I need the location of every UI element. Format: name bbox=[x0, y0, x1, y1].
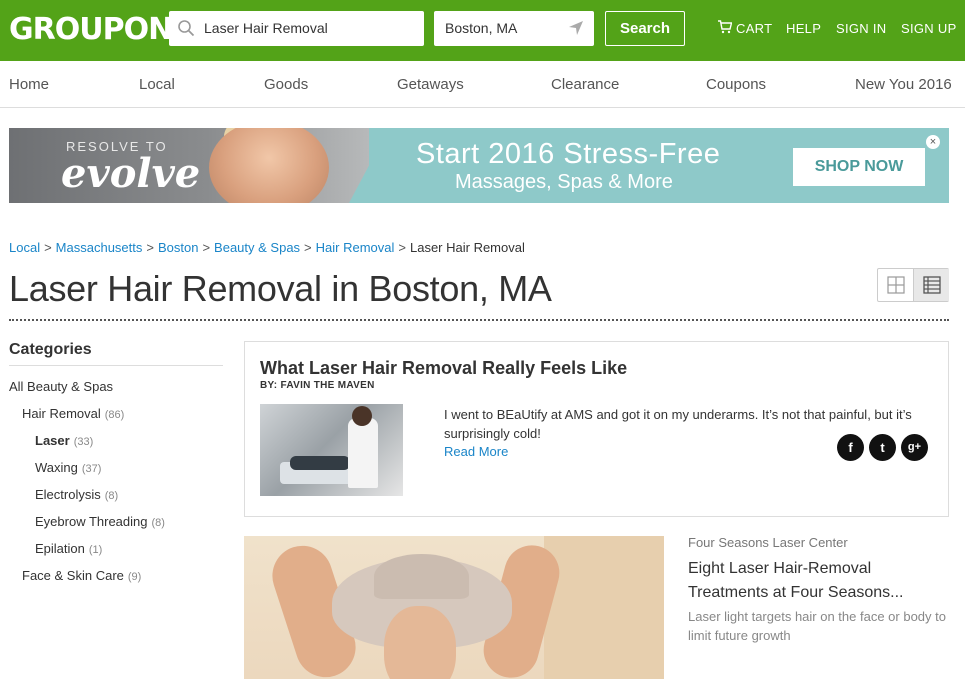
category-laser[interactable]: Laser (33) bbox=[35, 433, 93, 448]
cart-link[interactable]: CART bbox=[736, 21, 772, 36]
banner-headline: Start 2016 Stress-Free bbox=[416, 138, 721, 170]
category-face-skin-care[interactable]: Face & Skin Care (9) bbox=[22, 568, 141, 583]
article-thumbnail[interactable] bbox=[260, 404, 403, 496]
grid-view-icon bbox=[887, 276, 905, 294]
help-link[interactable]: HELP bbox=[786, 21, 821, 36]
category-hair-removal[interactable]: Hair Removal (86) bbox=[22, 406, 124, 421]
nav-goods[interactable]: Goods bbox=[264, 76, 308, 93]
nav-home[interactable]: Home bbox=[9, 76, 49, 93]
header: GROUPON Laser Hair Removal Boston, MA Se… bbox=[0, 0, 965, 61]
banner-evolve-logo: evolve bbox=[61, 150, 201, 197]
breadcrumb-local[interactable]: Local bbox=[9, 240, 40, 255]
deal-image[interactable] bbox=[244, 536, 664, 679]
deal-merchant[interactable]: Four Seasons Laser Center bbox=[688, 535, 848, 550]
article-author: BY: FAVIN THE MAVEN bbox=[260, 380, 375, 391]
top-navigation: Home Local Goods Getaways Clearance Coup… bbox=[0, 61, 965, 108]
breadcrumb-current: Laser Hair Removal bbox=[409, 240, 525, 255]
twitter-icon[interactable]: t bbox=[869, 434, 896, 461]
categories-heading: Categories bbox=[9, 341, 92, 358]
nav-local[interactable]: Local bbox=[139, 76, 175, 93]
list-view-button[interactable] bbox=[913, 269, 949, 301]
category-electrolysis[interactable]: Electrolysis (8) bbox=[35, 487, 118, 502]
facebook-icon[interactable]: f bbox=[837, 434, 864, 461]
category-eyebrow-threading[interactable]: Eyebrow Threading (8) bbox=[35, 514, 165, 529]
category-waxing[interactable]: Waxing (37) bbox=[35, 460, 101, 475]
location-arrow-icon[interactable] bbox=[568, 20, 584, 36]
nav-new-you-2016[interactable]: New You 2016 bbox=[855, 76, 952, 93]
search-button[interactable]: Search bbox=[605, 11, 685, 46]
close-icon[interactable]: × bbox=[926, 135, 940, 149]
location-input-value: Boston, MA bbox=[445, 20, 518, 36]
banner-subline: Massages, Spas & More bbox=[455, 171, 673, 193]
breadcrumb: Local > Massachusetts > Boston > Beauty & Spas… bbox=[9, 240, 525, 255]
article-card: What Laser Hair Removal Really Feels Lik… bbox=[244, 341, 949, 517]
page-title: Laser Hair Removal in Boston, MA bbox=[9, 268, 552, 309]
title-divider bbox=[9, 319, 949, 321]
search-input-value: Laser Hair Removal bbox=[204, 20, 328, 36]
list-view-icon bbox=[923, 276, 941, 294]
nav-coupons[interactable]: Coupons bbox=[706, 76, 766, 93]
category-all-beauty-spas[interactable]: All Beauty & Spas bbox=[9, 379, 117, 394]
sign-up-link[interactable]: SIGN UP bbox=[901, 21, 957, 36]
search-input[interactable]: Laser Hair Removal bbox=[169, 11, 424, 46]
google-plus-icon[interactable]: g+ bbox=[901, 434, 928, 461]
article-title[interactable]: What Laser Hair Removal Really Feels Lik… bbox=[260, 358, 627, 379]
breadcrumb-massachusetts[interactable]: Massachusetts bbox=[56, 240, 143, 255]
breadcrumb-boston[interactable]: Boston bbox=[158, 240, 198, 255]
search-icon bbox=[178, 20, 195, 37]
deal-description: Laser light targets hair on the face or … bbox=[688, 609, 946, 643]
read-more-link[interactable]: Read More bbox=[444, 444, 508, 459]
view-toggle bbox=[877, 268, 949, 302]
shop-now-button[interactable]: SHOP NOW bbox=[793, 148, 925, 186]
category-epilation[interactable]: Epilation (1) bbox=[35, 541, 102, 556]
deal-title[interactable]: Eight Laser Hair-Removal Treatments at F… bbox=[688, 557, 950, 605]
location-input[interactable]: Boston, MA bbox=[434, 11, 594, 46]
breadcrumb-beauty-spas[interactable]: Beauty & Spas bbox=[214, 240, 300, 255]
sign-in-link[interactable]: SIGN IN bbox=[836, 21, 887, 36]
banner-model-image bbox=[209, 128, 329, 203]
cart-icon[interactable] bbox=[718, 20, 732, 34]
groupon-logo[interactable]: GROUPON bbox=[9, 12, 173, 47]
nav-getaways[interactable]: Getaways bbox=[397, 76, 464, 93]
grid-view-button[interactable] bbox=[878, 269, 914, 301]
promo-banner[interactable]: RESOLVE TO evolve Start 2016 Stress-Free… bbox=[9, 128, 949, 203]
nav-clearance[interactable]: Clearance bbox=[551, 76, 619, 93]
breadcrumb-hair-removal[interactable]: Hair Removal bbox=[316, 240, 395, 255]
